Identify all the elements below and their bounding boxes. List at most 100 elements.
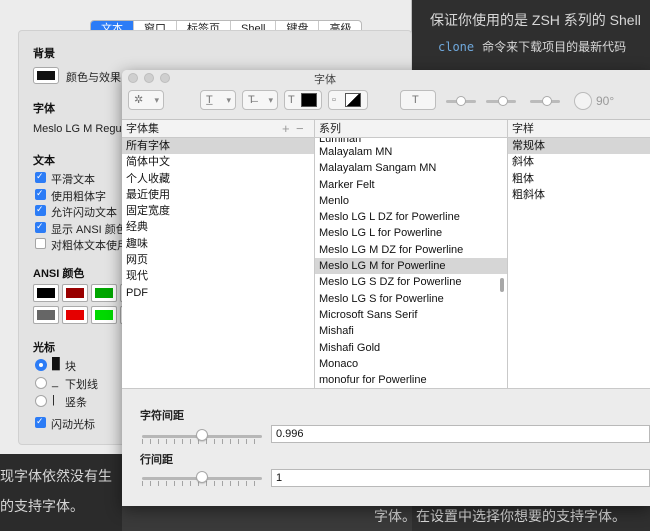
article-text-line: 保证你使用的是 ZSH 系列的 Shell [430,12,641,28]
strikethrough-style-button[interactable]: T̶ ▾ [242,90,278,110]
family-item[interactable]: Monaco [315,356,507,372]
family-item[interactable]: Menlo [315,193,507,209]
typeface-item[interactable]: 粗斜体 [508,187,650,203]
article-text-line: 字体。在设置中选择你想要的支持字体。 [374,508,626,524]
underline-style-button[interactable]: T̲ ▾ [200,90,236,110]
remove-collection-button[interactable]: − [296,120,304,138]
blink-cursor-checkbox[interactable] [35,416,46,428]
ansi-colors-heading: ANSI 颜色 [33,268,85,280]
font-heading: 字体 [33,103,55,115]
typeface-item[interactable]: 粗体 [508,171,650,187]
text-option-label: 显示 ANSI 颜色 [51,223,127,236]
chevron-down-icon: ▾ [226,95,231,105]
text-option-checkbox[interactable] [35,221,46,233]
family-item[interactable]: Malayalam Sangam MN [315,160,507,176]
typeface-column-header: 字样 [508,120,650,138]
strikethrough-t-icon: T̶ [248,94,255,106]
collection-item[interactable]: 固定宽度 [122,203,314,219]
cursor-style-glyph: █ [52,358,60,370]
gear-icon: ✲ [134,94,144,106]
font-panel-title: 字体 [314,74,336,86]
collection-item[interactable]: PDF [122,285,314,301]
shadow-t-icon: T [412,94,419,106]
family-list-scrollbar[interactable] [500,278,504,292]
article-text-line: 现字体依然没有生 [0,468,112,484]
family-item[interactable]: Marker Felt [315,177,507,193]
collection-item[interactable]: 现代 [122,268,314,284]
family-item[interactable]: Mishafi Gold [315,340,507,356]
family-item[interactable]: Microsoft Sans Serif [315,307,507,323]
shadow-angle-dial[interactable] [574,92,592,110]
family-item[interactable]: Malayalam MN [315,144,507,160]
family-item[interactable]: Meslo LG L for Powerline [315,225,507,241]
collection-item[interactable]: 个人收藏 [122,171,314,187]
collection-item[interactable]: 最近使用 [122,187,314,203]
ansi-color-swatch[interactable] [62,306,88,324]
add-collection-button[interactable]: + [282,120,290,138]
cursor-heading: 光标 [33,342,55,354]
ansi-color-fill [37,288,55,298]
line-spacing-input[interactable]: 1 [271,469,650,487]
typeface-item[interactable]: 斜体 [508,154,650,170]
text-option-label: 平滑文本 [51,174,95,186]
collection-item[interactable]: 趣味 [122,236,314,252]
family-item[interactable]: monofur for Powerline [315,372,507,388]
char-spacing-input[interactable]: 0.996 [271,425,650,443]
collection-item[interactable]: 简体中文 [122,154,314,170]
collection-item[interactable]: 经典 [122,219,314,235]
ansi-color-fill [95,288,113,298]
shadow-angle-value: 90° [596,94,615,108]
family-item[interactable]: Meslo LG M DZ for Powerline [315,242,507,258]
char-spacing-knob[interactable] [196,429,208,441]
collection-item[interactable]: 所有字体 [122,138,314,155]
shadow-blur-knob[interactable] [498,96,508,106]
family-item[interactable]: Meslo LG M for Powerline [315,258,507,275]
ansi-color-swatch[interactable] [62,284,88,302]
text-option-checkbox[interactable] [35,188,46,200]
ansi-color-swatch[interactable] [91,306,117,324]
ansi-color-swatch[interactable] [33,306,59,324]
text-option-checkbox[interactable] [35,204,46,216]
text-option-checkbox[interactable] [35,171,46,183]
document-icon: ▫ [332,94,336,106]
chevron-down-icon: ▾ [154,95,159,105]
shadow-opacity-knob[interactable] [456,96,466,106]
chevron-down-icon: ▾ [268,95,273,105]
inline-code: clone [438,40,475,54]
background-color-button[interactable] [33,67,59,84]
cursor-style-radio[interactable] [35,377,47,389]
text-color-t-icon: T [288,94,295,106]
document-color-swatch [345,93,361,107]
text-color-swatch [301,93,317,107]
line-spacing-knob[interactable] [196,471,208,483]
font-panel-titlebar[interactable]: 字体 [122,70,650,86]
text-option-checkbox[interactable] [35,238,46,249]
underline-t-icon: T̲ [206,94,213,106]
collection-item[interactable]: 网页 [122,252,314,268]
ansi-color-fill [66,310,84,320]
action-menu-button[interactable]: ✲ ▾ [128,90,164,110]
family-item[interactable]: Meslo LG S for Powerline [315,291,507,307]
article-text: 命令来下载项目的最新代码 [482,40,627,54]
article-text-line: 的支持字体。 [0,498,84,514]
typeface-list: 常规体 斜体 粗体 粗斜体 [508,138,650,388]
shadow-offset-knob[interactable] [542,96,552,106]
text-heading: 文本 [33,155,55,167]
family-item[interactable]: Meslo LG L DZ for Powerline [315,209,507,225]
family-item[interactable]: Meslo LG S DZ for Powerline [315,274,507,290]
color-effects-label: 颜色与效果 [66,72,121,84]
ansi-color-swatch[interactable] [33,284,59,302]
text-shadow-button[interactable]: T [400,90,436,110]
collections-list: 所有字体 简体中文 个人收藏 最近使用 固定宽度 经典 趣味 网页 现代 PDF [122,138,314,388]
cursor-style-label: 竖条 [65,397,87,409]
cursor-style-radio[interactable] [35,359,47,371]
line-spacing-label: 行间距 [140,454,173,466]
text-option-label: 使用粗体字 [51,190,106,203]
cursor-style-glyph: _ [52,376,59,388]
family-item[interactable]: Mishafi [315,323,507,339]
typeface-item[interactable]: 常规体 [508,138,650,155]
family-column-header: 系列 [315,120,507,138]
blink-cursor-label: 闪动光标 [51,419,95,431]
ansi-color-swatch[interactable] [91,284,117,302]
cursor-style-radio[interactable] [35,395,47,407]
